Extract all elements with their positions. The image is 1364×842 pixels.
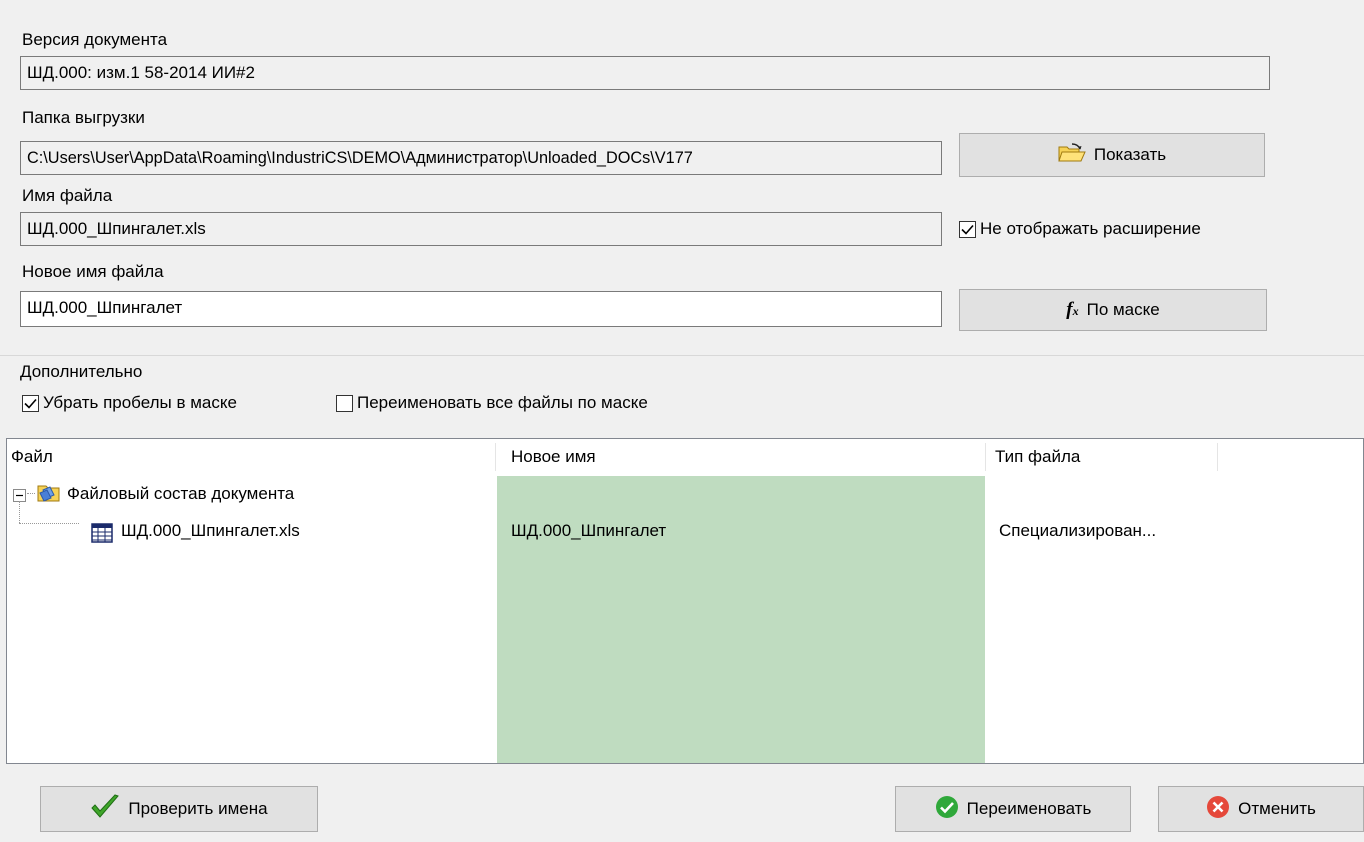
export-folder-field[interactable]: C:\Users\User\AppData\Roaming\IndustriCS… [20,141,942,175]
show-folder-button[interactable]: Показать [959,133,1265,177]
tree-connector [19,523,79,525]
rename-all-label: Переименовать все файлы по маске [357,393,648,412]
new-file-name-label: Новое имя файла [22,262,164,281]
column-divider [495,443,496,471]
by-mask-label: По маске [1086,300,1160,319]
column-header-file[interactable]: Файл [7,439,495,475]
cancel-button[interactable]: Отменить [1158,786,1364,832]
show-button-label: Показать [1093,145,1167,164]
remove-spaces-checkbox[interactable]: Убрать пробелы в маске [22,393,237,413]
open-folder-icon [1058,142,1086,168]
group-separator-top [0,355,1364,356]
spreadsheet-icon [91,523,113,548]
hide-extension-check-icon[interactable] [959,220,976,238]
ok-circle-icon [935,795,959,824]
hide-extension-label: Не отображать расширение [980,219,1201,238]
by-mask-button[interactable]: fx По маске [959,289,1267,331]
hide-extension-checkbox[interactable]: Не отображать расширение [959,219,1201,239]
file-name-cell[interactable]: ШД.000_Шпингалет.xls [121,521,300,541]
file-name-label: Имя файла [22,186,113,205]
file-name-field: ШД.000_Шпингалет.xls [20,212,942,246]
column-divider [985,443,986,471]
column-header-new-name[interactable]: Новое имя [507,439,985,475]
tree-connector [27,493,35,495]
doc-version-label: Версия документа [22,30,168,49]
checkmark-icon [90,793,120,825]
rename-all-checkbox[interactable]: Переименовать все файлы по маске [336,393,741,413]
new-name-cell[interactable]: ШД.000_Шпингалет [511,521,666,541]
column-divider [1217,443,1218,471]
column-header-file-type[interactable]: Тип файла [991,439,1217,475]
check-names-label: Проверить имена [128,799,268,818]
new-name-column-highlight [497,476,985,763]
rename-label: Переименовать [966,799,1092,818]
rename-button[interactable]: Переименовать [895,786,1131,832]
files-grid[interactable]: Файл Новое имя Тип файла Файловый состав… [6,438,1364,764]
function-icon: fx [1066,299,1079,320]
cancel-label: Отменить [1238,799,1316,818]
tree-connector [19,501,21,523]
remove-spaces-check-icon[interactable] [22,394,39,412]
check-names-button[interactable]: Проверить имена [40,786,318,832]
rename-all-check-icon[interactable] [336,394,353,412]
new-file-name-input[interactable]: ШД.000_Шпингалет [20,291,942,327]
tree-root-label[interactable]: Файловый состав документа [67,484,294,504]
additional-group-label: Дополнительно [20,362,143,381]
file-type-cell: Специализирован... [999,521,1157,540]
export-folder-label: Папка выгрузки [22,108,145,127]
cancel-circle-icon [1206,795,1230,824]
doc-version-field: ШД.000: изм.1 58-2014 ИИ#2 [20,56,1270,90]
remove-spaces-label: Убрать пробелы в маске [43,393,237,412]
document-folder-icon [37,481,61,508]
